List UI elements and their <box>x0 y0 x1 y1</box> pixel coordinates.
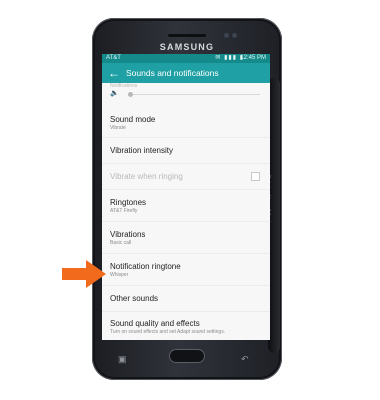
setting-notification-ringtone[interactable]: Notification ringtone Whisper <box>102 254 270 286</box>
app-bar: ← Sounds and notifications <box>102 63 270 83</box>
setting-title: Other sounds <box>110 294 159 303</box>
setting-vibrate-when-ringing[interactable]: Vibrate when ringing <box>102 164 270 190</box>
setting-title: Vibration intensity <box>110 146 173 155</box>
setting-sound-quality[interactable]: Sound quality and effects Turn on sound … <box>102 312 270 340</box>
page-title: Sounds and notifications <box>126 68 219 78</box>
setting-vibration-intensity[interactable]: Vibration intensity <box>102 138 270 164</box>
setting-title: Vibrate when ringing <box>110 172 183 181</box>
clock: 12:45 PM <box>240 55 266 61</box>
setting-title: Ringtones <box>110 198 147 207</box>
home-key[interactable] <box>169 349 205 363</box>
setting-title: Sound mode <box>110 115 156 124</box>
proximity-sensor <box>232 33 237 38</box>
setting-subtitle: Basic call <box>110 240 132 246</box>
earpiece-speaker <box>168 34 206 37</box>
setting-title: Vibrations <box>110 230 146 239</box>
brand-logo: SAMSUNG <box>159 42 215 52</box>
setting-title: Notification ringtone <box>110 262 181 271</box>
setting-subtitle: Turn on sound effects and set Adapt soun… <box>110 329 226 335</box>
orange-arrow-icon <box>62 260 106 288</box>
recent-apps-key-icon[interactable]: ▣ <box>118 354 127 365</box>
setting-subtitle: Vibrate <box>110 125 126 131</box>
setting-other-sounds[interactable]: Other sounds <box>102 286 270 312</box>
back-key-icon[interactable]: ↶ <box>241 354 249 365</box>
vibrate-when-ringing-checkbox[interactable] <box>251 172 260 181</box>
carrier-label: AT&T <box>106 55 121 61</box>
volume-thumb[interactable] <box>128 92 133 97</box>
arrow-left-icon[interactable]: ← <box>108 65 120 81</box>
setting-title: Sound quality and effects <box>110 319 200 328</box>
screen: AT&T ✉ ▮▮▮ ▮ 12:45 PM ← Sounds and notif… <box>102 54 270 340</box>
speaker-icon: 🔈 <box>110 90 119 97</box>
setting-ringtones[interactable]: Ringtones AT&T Firefly <box>102 190 270 222</box>
setting-sound-mode[interactable]: Sound mode Vibrate <box>102 107 270 138</box>
setting-vibrations[interactable]: Vibrations Basic call <box>102 222 270 254</box>
setting-subtitle: Whisper <box>110 272 129 278</box>
volume-track[interactable] <box>130 94 260 95</box>
status-bar: AT&T ✉ ▮▮▮ ▮ 12:45 PM <box>102 54 270 63</box>
volume-slider-row: Notifications 🔈 <box>102 83 270 107</box>
setting-subtitle: AT&T Firefly <box>110 208 138 214</box>
front-camera-icon <box>224 33 229 38</box>
